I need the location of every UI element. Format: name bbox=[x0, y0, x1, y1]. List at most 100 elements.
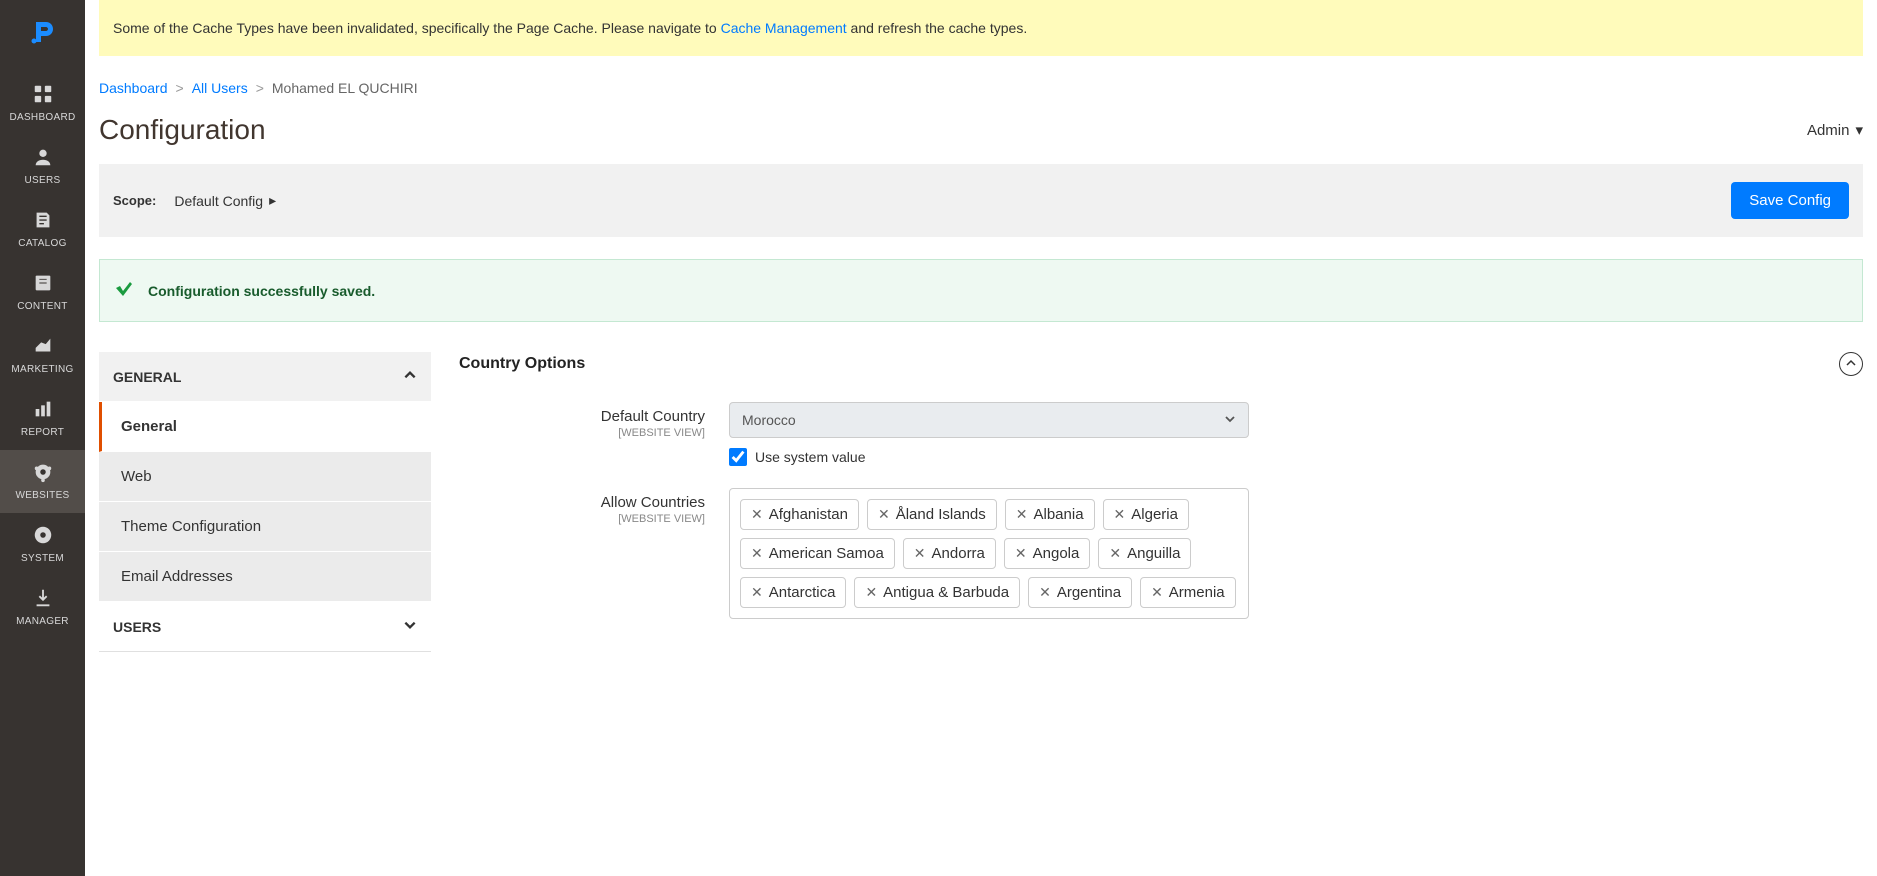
breadcrumb-item[interactable]: All Users bbox=[192, 80, 248, 96]
main-content: Some of the Cache Types have been invali… bbox=[85, 0, 1877, 876]
sidebar-item-system[interactable]: SYSTEM bbox=[0, 513, 85, 576]
country-tag[interactable]: ✕ Afghanistan bbox=[740, 499, 859, 530]
config-subitem-theme-configuration[interactable]: Theme Configuration bbox=[99, 502, 431, 552]
section-title: Country Options bbox=[459, 355, 585, 373]
system-icon bbox=[31, 523, 55, 547]
country-tag[interactable]: ✕Andorra bbox=[903, 538, 996, 569]
breadcrumb: Dashboard > All Users > Mohamed EL QUCHIRI bbox=[99, 56, 1863, 114]
sidebar-item-content[interactable]: CONTENT bbox=[0, 261, 85, 324]
default-country-scope: [WEBSITE VIEW] bbox=[459, 427, 705, 439]
chevron-icon bbox=[403, 618, 417, 635]
breadcrumb-item[interactable]: Dashboard bbox=[99, 80, 168, 96]
allow-countries-tags[interactable]: ✕ Afghanistan ✕ Åland Islands ✕ Albania ✕ Alger… bbox=[729, 488, 1249, 619]
scope-value-text: Default Config bbox=[174, 193, 263, 209]
remove-tag-icon[interactable]: ✕ bbox=[1151, 584, 1163, 601]
scope-selector[interactable]: Default Config ▸ bbox=[174, 192, 276, 209]
country-tag[interactable]: ✕Angola bbox=[1004, 538, 1090, 569]
success-text: Configuration successfully saved. bbox=[148, 283, 375, 299]
breadcrumb-item: Mohamed EL QUCHIRI bbox=[272, 80, 418, 96]
remove-tag-icon[interactable]: ✕ bbox=[1114, 506, 1126, 523]
success-icon bbox=[114, 278, 134, 303]
sidebar-item-report[interactable]: REPORT bbox=[0, 387, 85, 450]
country-tag[interactable]: ✕ Åland Islands bbox=[867, 499, 997, 530]
config-section-users[interactable]: USERS bbox=[99, 602, 431, 652]
config-form: Country Options Default Country [WEBSITE… bbox=[459, 352, 1863, 652]
caret-right-icon: ▸ bbox=[269, 192, 276, 209]
sidebar-item-label: REPORT bbox=[21, 427, 64, 438]
cache-notice: Some of the Cache Types have been invali… bbox=[99, 0, 1863, 56]
sidebar-item-catalog[interactable]: CATALOG bbox=[0, 198, 85, 261]
remove-tag-icon[interactable]: ✕ bbox=[1039, 584, 1051, 601]
country-tag[interactable]: ✕ Algeria bbox=[1103, 499, 1189, 530]
sidebar-item-manager[interactable]: MANAGER bbox=[0, 576, 85, 639]
country-tag[interactable]: ✕Antigua & Barbuda bbox=[854, 577, 1020, 608]
config-subitem-email-addresses[interactable]: Email Addresses bbox=[99, 552, 431, 602]
breadcrumb-separator: > bbox=[176, 80, 184, 96]
success-message: Configuration successfully saved. bbox=[99, 259, 1863, 322]
country-tag[interactable]: ✕Armenia bbox=[1140, 577, 1236, 608]
allow-countries-field: Allow Countries [WEBSITE VIEW] ✕Afghanis… bbox=[459, 488, 1863, 619]
allow-countries-scope: [WEBSITE VIEW] bbox=[459, 513, 705, 525]
use-system-value-checkbox[interactable] bbox=[729, 448, 747, 466]
default-country-select[interactable]: Morocco bbox=[729, 402, 1249, 438]
country-tag-label: Antarctica bbox=[769, 584, 836, 601]
cache-management-link[interactable]: Cache Management bbox=[721, 20, 847, 36]
save-config-button[interactable]: Save Config bbox=[1731, 182, 1849, 219]
country-tag-label: Argentina bbox=[1057, 584, 1121, 601]
sidebar-item-label: SYSTEM bbox=[21, 553, 64, 564]
sidebar-item-label: MANAGER bbox=[16, 616, 69, 627]
config-section-general[interactable]: GENERAL bbox=[99, 352, 431, 402]
caret-down-icon: ▾ bbox=[1855, 121, 1863, 139]
breadcrumb-separator: > bbox=[256, 80, 264, 96]
remove-tag-icon[interactable]: ✕ bbox=[1016, 506, 1028, 523]
sidebar-item-users[interactable]: USERS bbox=[0, 135, 85, 198]
chevron-down-icon bbox=[1224, 412, 1236, 428]
remove-tag-icon[interactable]: ✕ bbox=[865, 584, 877, 601]
sidebar-item-dashboard[interactable]: DASHBOARD bbox=[0, 72, 85, 135]
remove-tag-icon[interactable]: ✕ bbox=[878, 506, 890, 523]
scope-label: Scope: bbox=[113, 193, 156, 208]
logo bbox=[0, 0, 85, 72]
config-section-label: GENERAL bbox=[113, 369, 181, 385]
country-tag-label: Afghanistan bbox=[769, 506, 848, 523]
chevron-icon bbox=[403, 368, 417, 385]
sidebar-item-label: MARKETING bbox=[11, 364, 73, 375]
country-tag[interactable]: ✕ Anguilla bbox=[1098, 538, 1191, 569]
config-subitem-web[interactable]: Web bbox=[99, 452, 431, 502]
default-country-label: Default Country bbox=[601, 408, 705, 425]
country-tag-label: Albania bbox=[1034, 506, 1084, 523]
collapse-section-button[interactable] bbox=[1839, 352, 1863, 376]
country-tag[interactable]: ✕ Antarctica bbox=[740, 577, 846, 608]
dashboard-icon bbox=[31, 82, 55, 106]
remove-tag-icon[interactable]: ✕ bbox=[1015, 545, 1027, 562]
country-tag-label: Åland Islands bbox=[896, 506, 986, 523]
report-icon bbox=[31, 397, 55, 421]
country-tag-label: Anguilla bbox=[1127, 545, 1180, 562]
use-system-value-label: Use system value bbox=[755, 449, 865, 465]
logo-icon bbox=[28, 18, 58, 55]
remove-tag-icon[interactable]: ✕ bbox=[751, 545, 763, 562]
remove-tag-icon[interactable]: ✕ bbox=[751, 584, 763, 601]
manager-icon bbox=[31, 586, 55, 610]
country-tag-label: Algeria bbox=[1131, 506, 1178, 523]
sidebar-item-websites[interactable]: WEBSITES bbox=[0, 450, 85, 513]
sidebar-item-label: WEBSITES bbox=[15, 490, 69, 501]
chevron-up-icon bbox=[1845, 356, 1857, 372]
config-nav: GENERAL GeneralWebTheme ConfigurationEmai… bbox=[99, 352, 431, 652]
catalog-icon bbox=[31, 208, 55, 232]
config-section-label: USERS bbox=[113, 619, 161, 635]
sidebar-item-label: DASHBOARD bbox=[9, 112, 75, 123]
remove-tag-icon[interactable]: ✕ bbox=[1109, 545, 1121, 562]
marketing-icon bbox=[31, 334, 55, 358]
sidebar-item-label: CATALOG bbox=[18, 238, 66, 249]
country-tag[interactable]: ✕ Argentina bbox=[1028, 577, 1132, 608]
remove-tag-icon[interactable]: ✕ bbox=[751, 506, 763, 523]
admin-dropdown[interactable]: Admin ▾ bbox=[1807, 121, 1863, 139]
default-country-value: Morocco bbox=[742, 412, 796, 428]
remove-tag-icon[interactable]: ✕ bbox=[914, 545, 926, 562]
sidebar-item-marketing[interactable]: MARKETING bbox=[0, 324, 85, 387]
config-subitem-general[interactable]: General bbox=[99, 402, 431, 452]
sidebar-item-label: CONTENT bbox=[17, 301, 67, 312]
country-tag[interactable]: ✕American Samoa bbox=[740, 538, 895, 569]
country-tag[interactable]: ✕ Albania bbox=[1005, 499, 1095, 530]
